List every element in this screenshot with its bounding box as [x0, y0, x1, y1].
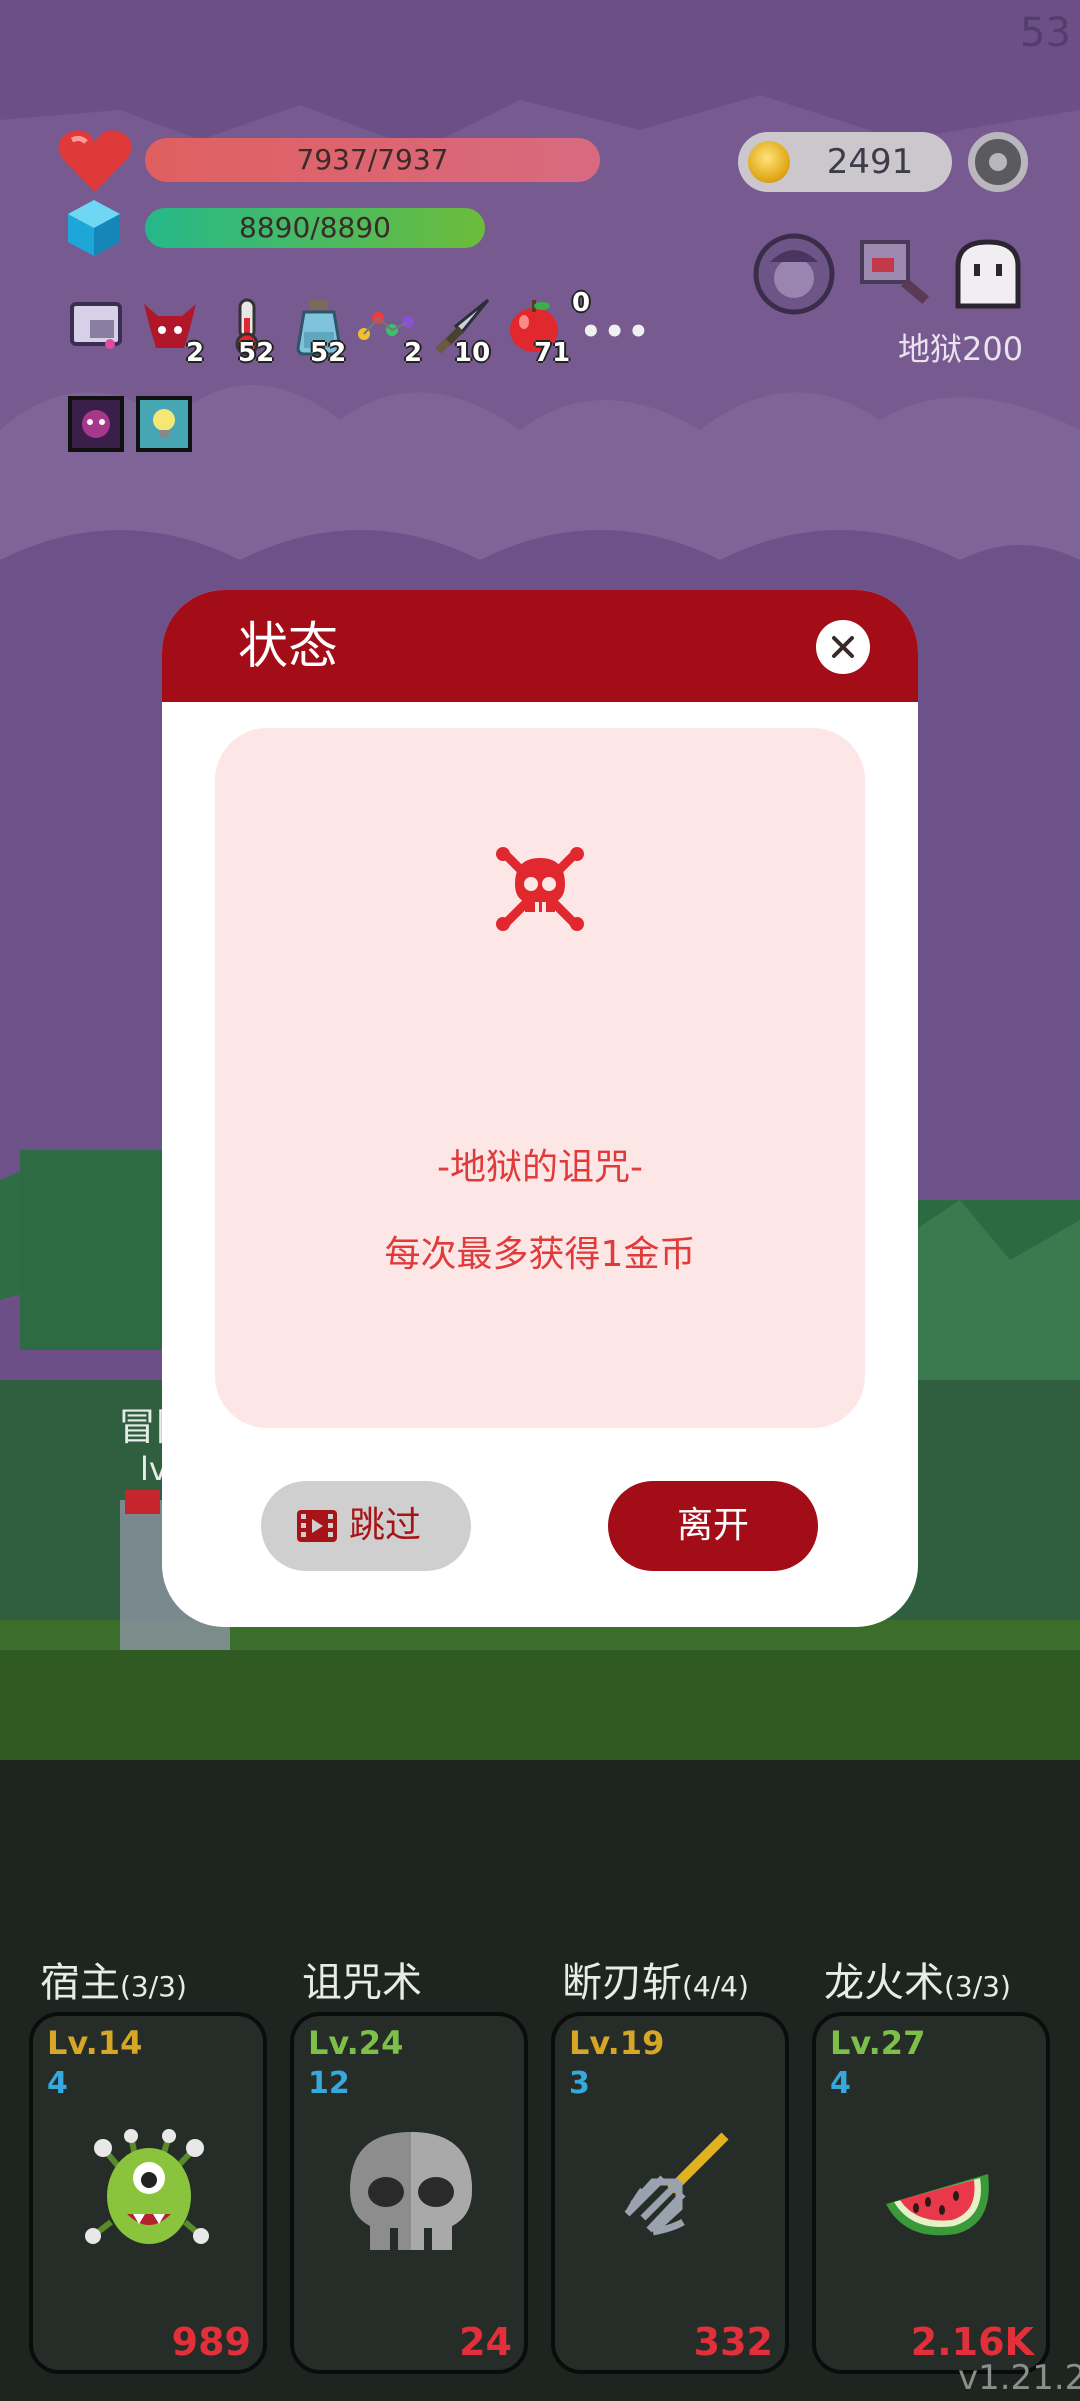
apple-count: 71: [534, 338, 571, 368]
eyeball-monster-icon: [85, 2129, 209, 2244]
skill-card-curse[interactable]: Lv.24 12 24: [290, 2012, 528, 2374]
skill-card-blade[interactable]: Lv.19 3 332: [551, 2012, 789, 2374]
skill-sub-count: 12: [308, 2066, 350, 2101]
skull-icon: [350, 2132, 472, 2250]
purple-demon-buff-icon[interactable]: [68, 396, 124, 452]
gem-chain-count: 2: [404, 338, 423, 368]
skill-name-host: 宿主(3/3): [40, 1960, 187, 2006]
gem-chain-icon[interactable]: [356, 306, 414, 358]
skip-label: 跳过: [349, 1505, 422, 1546]
status-dialog: 状态 -地狱的诅咒- 每次最多获得1金币 跳过 离开: [162, 590, 918, 1627]
demon-helmet-count: 2: [186, 338, 205, 368]
mp-bar: 8890/8890: [145, 208, 485, 248]
gear-icon[interactable]: [968, 132, 1028, 192]
skill-level: Lv.24: [308, 2024, 404, 2062]
pitchfork-icon: [624, 2132, 729, 2236]
hell-level-label: 地狱200: [898, 330, 1024, 368]
more-icon[interactable]: •••: [580, 312, 651, 352]
blue-crystal-icon: [68, 200, 120, 256]
gold-coin-icon: [748, 141, 790, 183]
dialog-title: 状态: [238, 617, 338, 675]
skill-sub-count: 4: [830, 2066, 851, 2101]
demon-helmet-icon[interactable]: [140, 300, 196, 352]
skill-sub-count: 4: [47, 2066, 68, 2101]
curse-card: -地狱的诅咒- 每次最多获得1金币: [215, 728, 865, 1428]
skill-card-dragonfire[interactable]: Lv.27 4 2.16K: [812, 2012, 1050, 2374]
skill-cost: 24: [459, 2320, 512, 2364]
heart-icon: [58, 130, 132, 192]
skill-name-curse: 诅咒术: [302, 1960, 422, 2006]
game-screen: 冒险 lv 53 7937/7937 8890/8890 2 52 52 2 1…: [0, 0, 1080, 2401]
skill-level: Lv.14: [47, 2024, 143, 2062]
watermelon-icon: [886, 2174, 989, 2236]
curse-description: 每次最多获得1金币: [384, 1234, 696, 1275]
leave-label: 离开: [676, 1505, 749, 1546]
skill-level: Lv.27: [830, 2024, 926, 2062]
leave-button[interactable]: 离开: [608, 1481, 818, 1571]
skill-name-dragonfire: 龙火术(3/3): [824, 1960, 1011, 2006]
hp-bar: 7937/7937: [145, 138, 600, 182]
cleaver-icon[interactable]: [848, 236, 934, 312]
scroll-icon[interactable]: [70, 300, 122, 352]
close-icon: [832, 636, 854, 658]
version-label: v1.21.2: [958, 2358, 1080, 2398]
skill-name-blade: 断刃斩(4/4): [562, 1960, 749, 2006]
potion-jar-count: 52: [310, 338, 347, 368]
curse-title: -地狱的诅咒-: [437, 1147, 643, 1188]
skill-card-host[interactable]: Lv.14 4 989: [29, 2012, 267, 2374]
fps-counter: 53: [1020, 10, 1071, 56]
skill-cost: 332: [693, 2320, 773, 2364]
close-button[interactable]: [816, 620, 870, 674]
skill-cost: 989: [171, 2320, 251, 2364]
dagger-count: 10: [454, 338, 491, 368]
skill-level: Lv.19: [569, 2024, 665, 2062]
ghost-girl-icon[interactable]: [752, 232, 836, 316]
skull-crossbones-icon: [496, 847, 584, 931]
skill-sub-count: 3: [569, 2066, 590, 2101]
lightbulb-buff-icon[interactable]: [136, 396, 192, 452]
gold-value: 2491: [826, 142, 914, 182]
ghost-icon[interactable]: [950, 236, 1026, 312]
skip-button[interactable]: 跳过: [261, 1481, 471, 1571]
thermometer-potion-count: 52: [238, 338, 275, 368]
video-ad-icon: [297, 1510, 337, 1542]
